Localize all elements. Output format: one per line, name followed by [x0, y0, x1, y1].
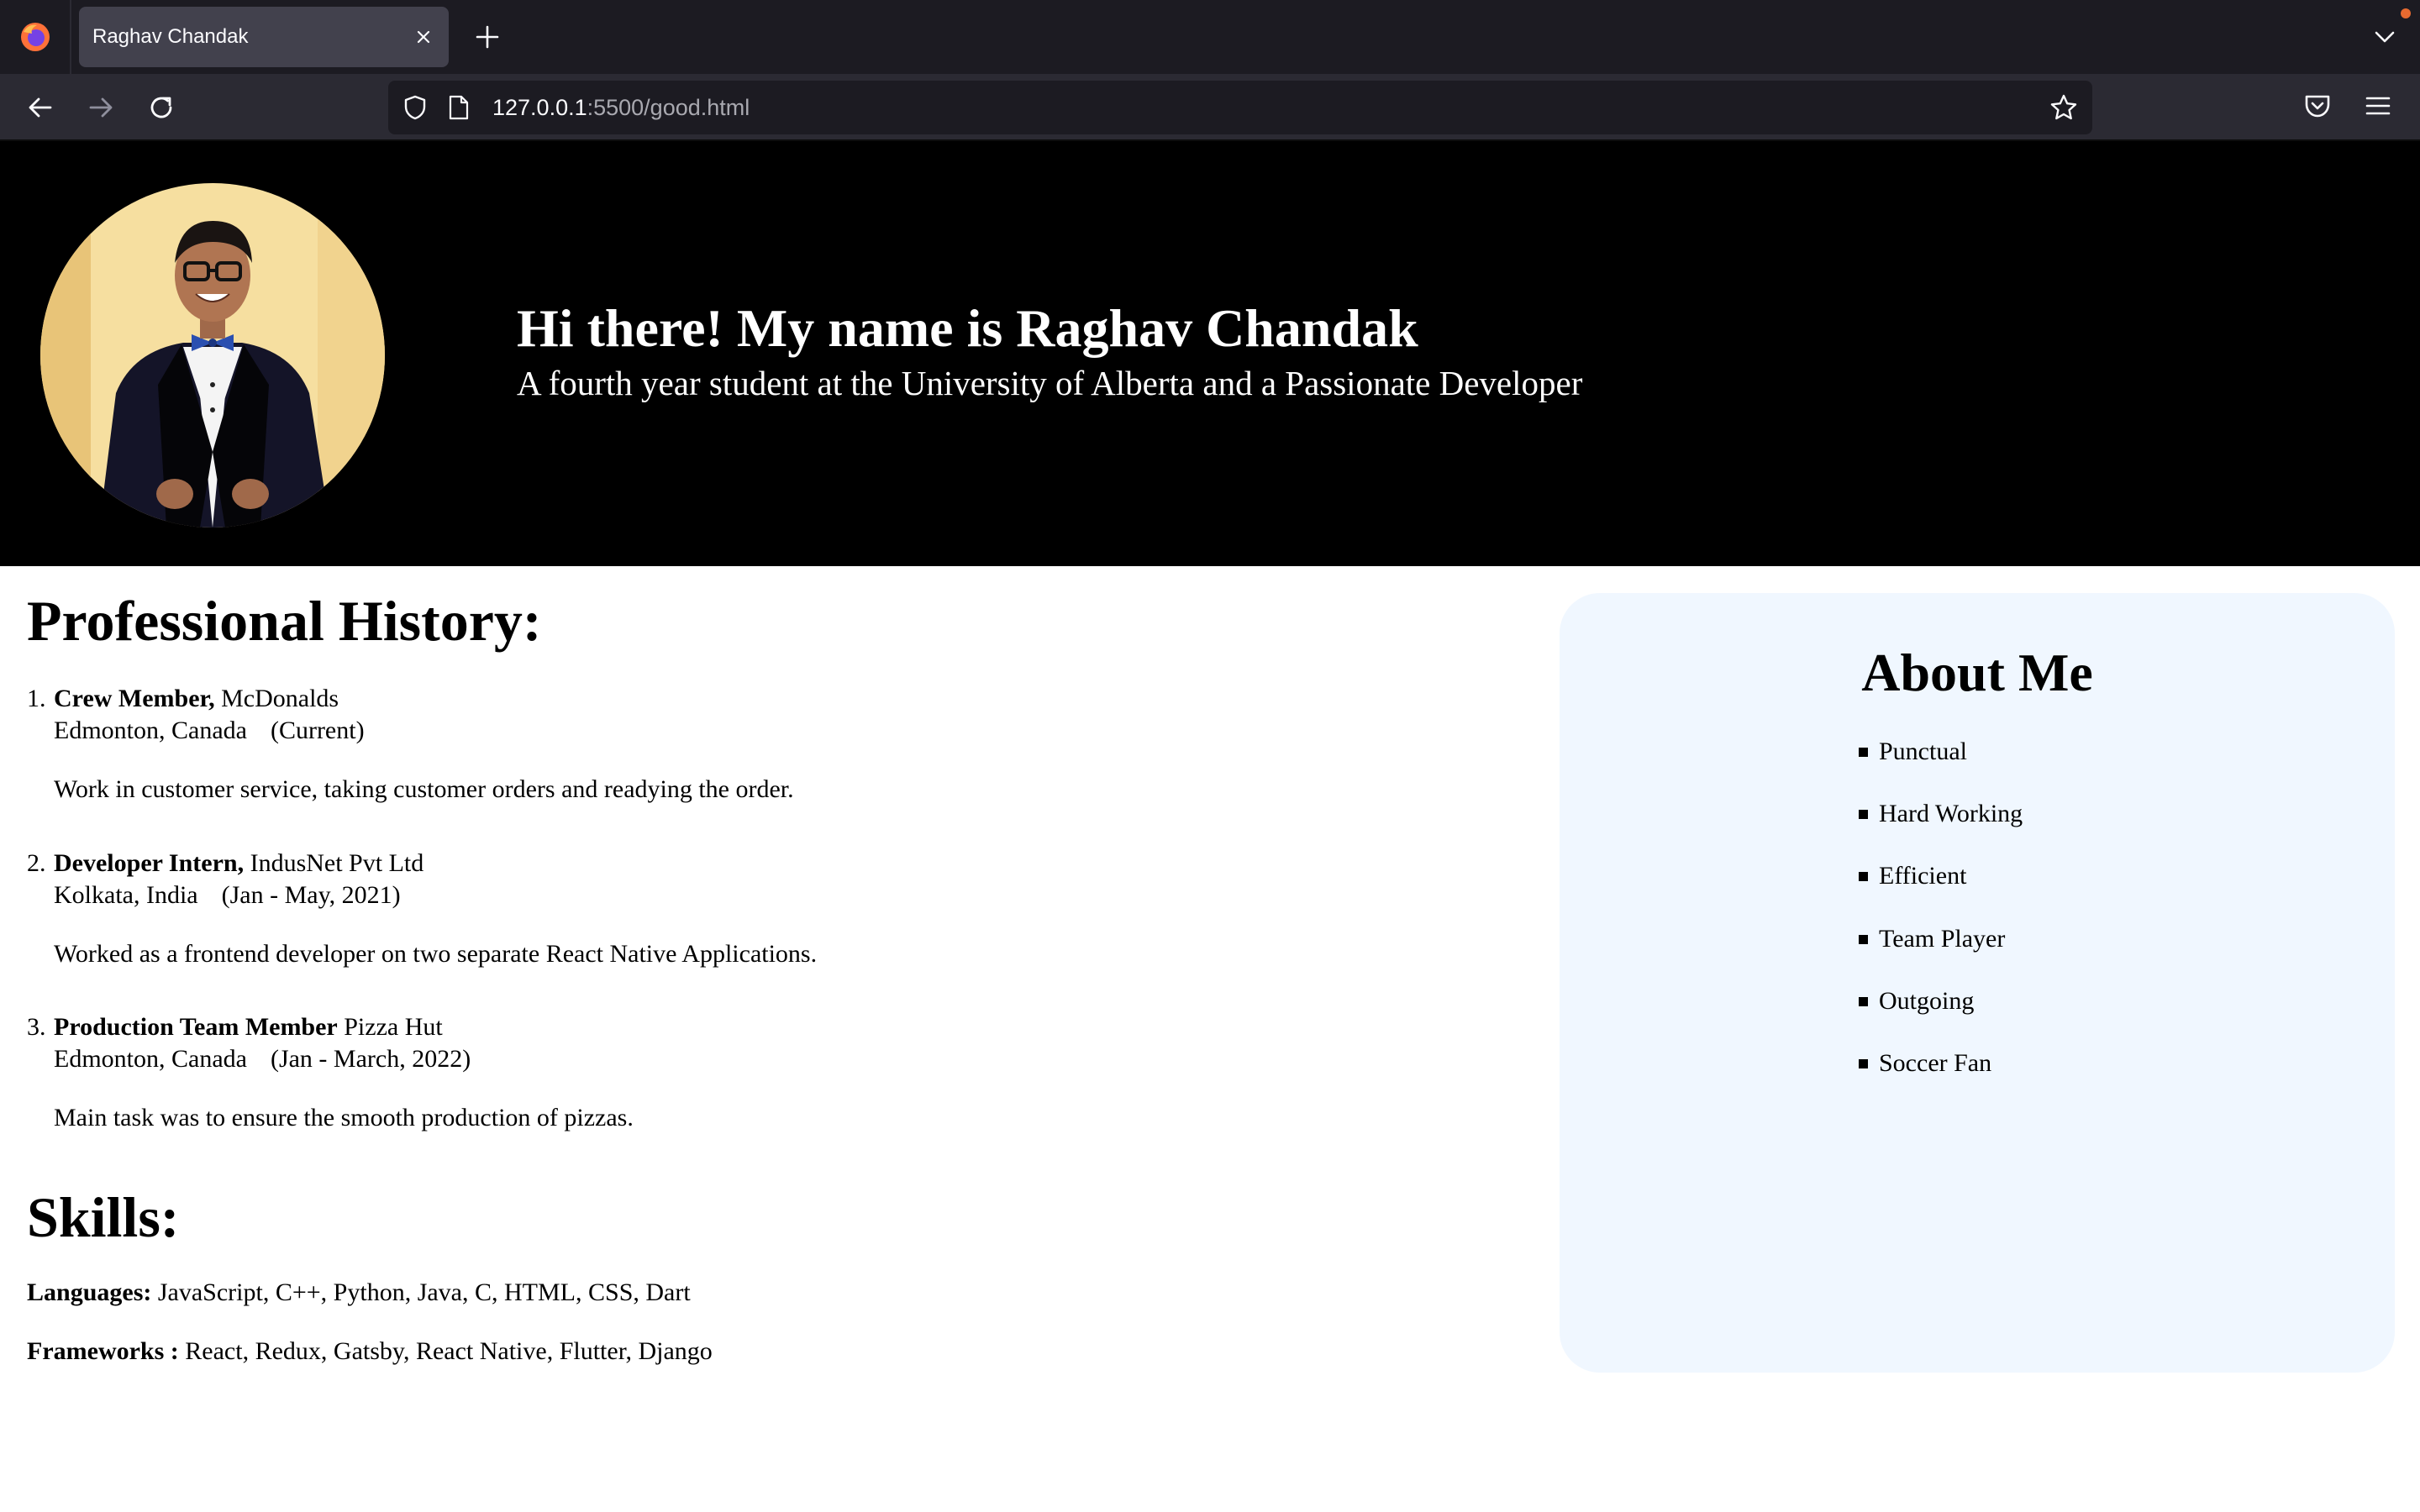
- job-location: Edmonton, Canada: [54, 1045, 247, 1073]
- about-item-text: Punctual: [1879, 738, 1967, 765]
- reload-icon[interactable]: [145, 91, 178, 124]
- job-location: Edmonton, Canada: [54, 717, 247, 744]
- active-tab[interactable]: Raghav Chandak: [79, 7, 449, 67]
- job-item: 3. Production Team Member Pizza Hut Edmo…: [27, 1011, 1455, 1137]
- about-item-text: Hard Working: [1879, 800, 2023, 827]
- job-description: Worked as a frontend developer on two se…: [54, 940, 818, 968]
- bullet-icon: [1859, 872, 1868, 881]
- hero-subtitle: A fourth year student at the University …: [517, 364, 1583, 402]
- bookmark-star-icon[interactable]: [2049, 92, 2079, 123]
- url-path: :5500/good.html: [587, 95, 750, 120]
- hamburger-menu-icon[interactable]: [2363, 92, 2393, 119]
- browser-toolbar: 127.0.0.1:5500/good.html: [0, 74, 2420, 141]
- shield-icon[interactable]: [402, 94, 429, 121]
- forward-arrow-icon[interactable]: [84, 91, 118, 124]
- job-company: IndusNet Pvt Ltd: [250, 849, 424, 877]
- job-item: 2. Developer Intern, IndusNet Pvt Ltd Ko…: [27, 848, 1455, 974]
- job-number: 1.: [27, 685, 46, 712]
- job-company: Pizza Hut: [344, 1013, 443, 1041]
- about-list-item: Hard Working: [1859, 800, 2023, 828]
- pocket-icon[interactable]: [2302, 91, 2333, 121]
- about-me-card: About Me Punctual Hard Working Efficient…: [1560, 593, 2395, 1373]
- languages-label: Languages:: [27, 1278, 152, 1306]
- languages-skill: Languages: JavaScript, C++, Python, Java…: [27, 1278, 691, 1307]
- back-arrow-icon[interactable]: [24, 91, 57, 124]
- about-item-text: Team Player: [1879, 925, 2006, 953]
- tab-separator: [70, 0, 71, 74]
- close-tab-icon[interactable]: [412, 25, 435, 49]
- profile-photo: [40, 183, 385, 528]
- about-item-text: Outgoing: [1879, 987, 1975, 1015]
- job-number: 2.: [27, 849, 46, 877]
- page-icon[interactable]: [447, 94, 471, 121]
- tab-title: Raghav Chandak: [92, 25, 249, 48]
- hero-banner: Hi there! My name is Raghav Chandak A fo…: [0, 141, 2420, 566]
- new-tab-icon[interactable]: [472, 22, 502, 52]
- address-bar[interactable]: 127.0.0.1:5500/good.html: [388, 81, 2092, 134]
- job-location: Kolkata, India: [54, 881, 198, 909]
- browser-tabstrip: Raghav Chandak: [0, 0, 2420, 74]
- bullet-icon: [1859, 997, 1868, 1006]
- bullet-icon: [1859, 748, 1868, 757]
- about-list-item: Soccer Fan: [1859, 1049, 1992, 1078]
- about-item-text: Soccer Fan: [1879, 1049, 1992, 1077]
- job-description: Work in customer service, taking custome…: [54, 775, 794, 803]
- frameworks-skill: Frameworks : React, Redux, Gatsby, React…: [27, 1337, 713, 1366]
- frameworks-label: Frameworks :: [27, 1337, 179, 1365]
- bullet-icon: [1859, 935, 1868, 944]
- about-me-heading: About Me: [1861, 643, 2093, 702]
- job-description: Main task was to ensure the smooth produ…: [54, 1104, 634, 1131]
- about-item-text: Efficient: [1879, 862, 1967, 890]
- professional-history-heading: Professional History:: [27, 589, 542, 653]
- firefox-icon[interactable]: [18, 20, 52, 54]
- job-title: Developer Intern,: [54, 849, 245, 877]
- url-text[interactable]: 127.0.0.1:5500/good.html: [492, 81, 750, 134]
- about-list-item: Efficient: [1859, 862, 1967, 890]
- job-period: (Jan - March, 2022): [270, 1045, 471, 1073]
- url-host: 127.0.0.1: [492, 95, 587, 120]
- bullet-icon: [1859, 810, 1868, 819]
- about-list-item: Outgoing: [1859, 987, 1975, 1016]
- chevron-down-icon[interactable]: [2371, 24, 2398, 50]
- job-title: Crew Member,: [54, 685, 215, 712]
- job-company: McDonalds: [221, 685, 339, 712]
- job-title: Production Team Member: [54, 1013, 338, 1041]
- job-period: (Jan - May, 2021): [221, 881, 401, 909]
- languages-value: JavaScript, C++, Python, Java, C, HTML, …: [157, 1278, 691, 1306]
- update-badge: [2401, 8, 2411, 18]
- job-item: 1. Crew Member, McDonalds Edmonton, Cana…: [27, 683, 1455, 809]
- frameworks-value: React, Redux, Gatsby, React Native, Flut…: [185, 1337, 713, 1365]
- profile-photo-image: [40, 183, 385, 528]
- bullet-icon: [1859, 1059, 1868, 1068]
- skills-heading: Skills:: [27, 1185, 180, 1249]
- job-period: (Current): [270, 717, 365, 744]
- about-list-item: Punctual: [1859, 738, 1967, 766]
- job-number: 3.: [27, 1013, 46, 1041]
- hero-title: Hi there! My name is Raghav Chandak: [517, 298, 1418, 358]
- about-list-item: Team Player: [1859, 925, 2006, 953]
